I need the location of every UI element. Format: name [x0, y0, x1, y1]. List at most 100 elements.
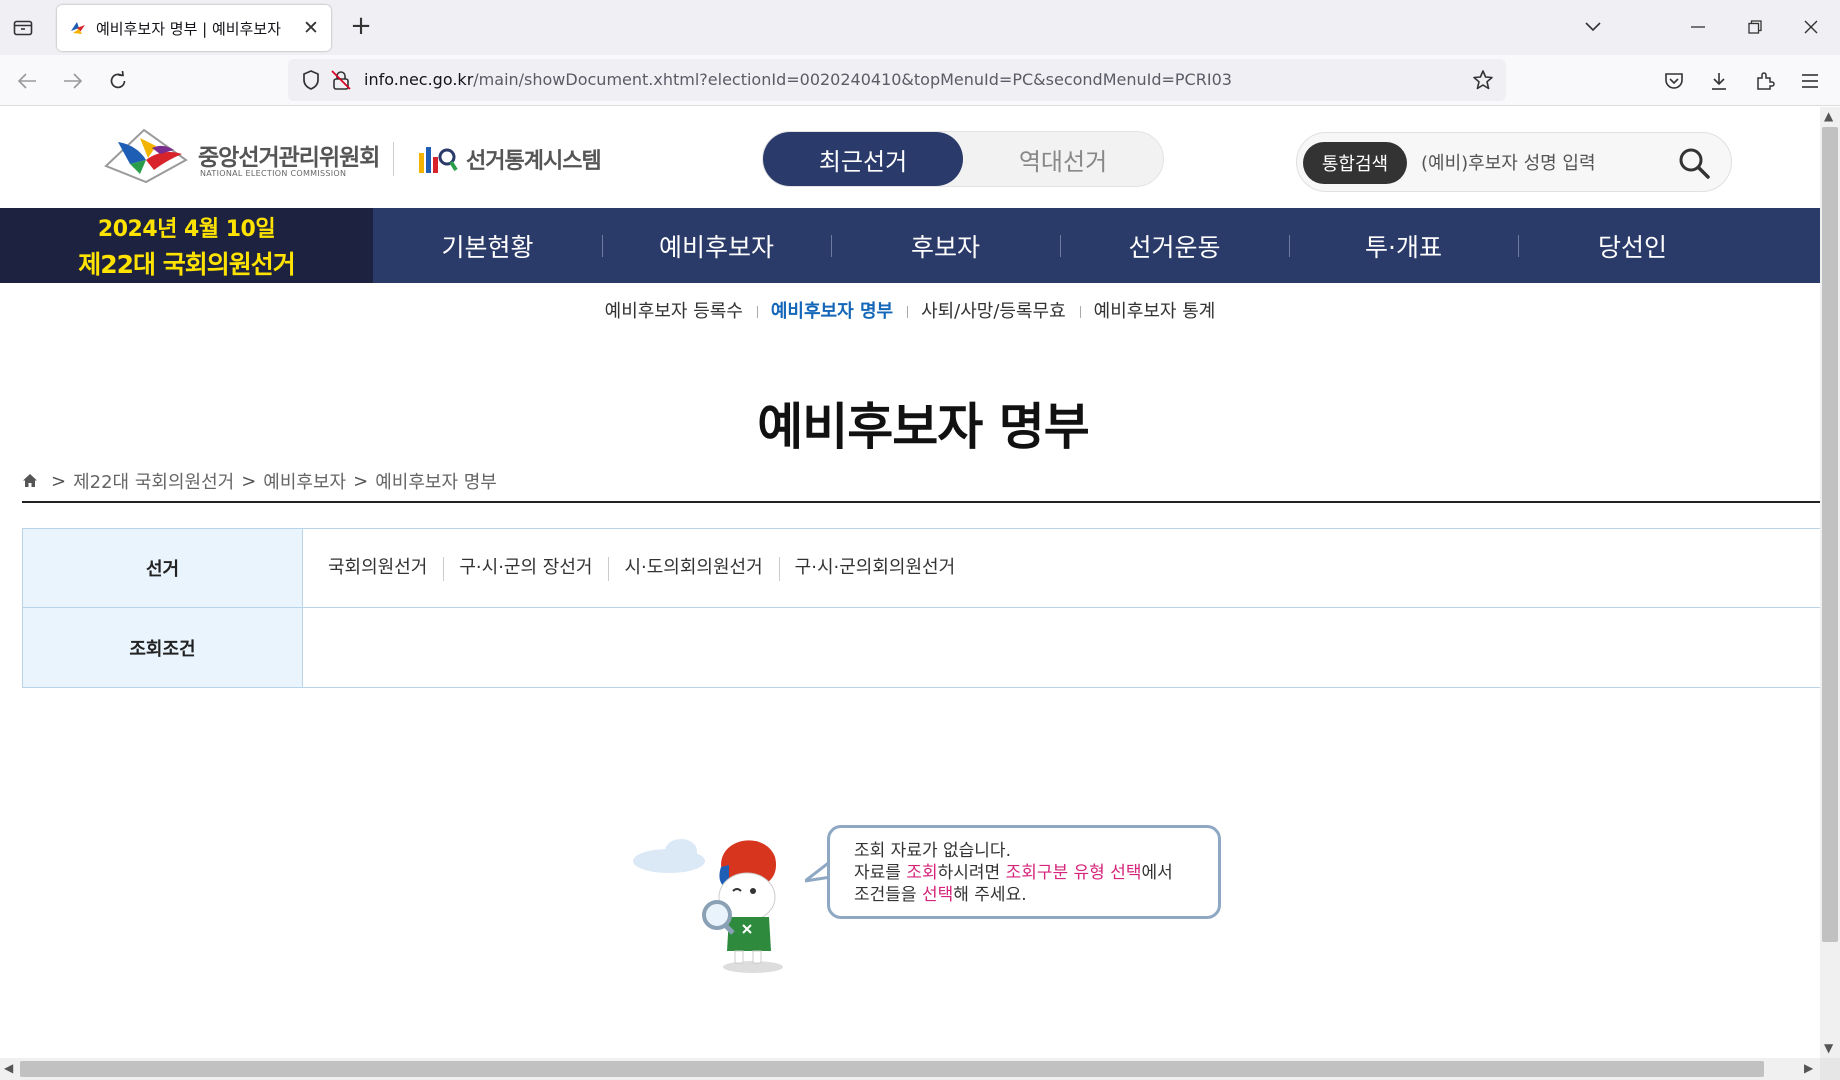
subnav-registration-count[interactable]: 예비후보자 등록수: [591, 298, 757, 326]
search-icon: [1679, 148, 1710, 179]
tab-list-icon[interactable]: [10, 14, 36, 40]
nec-logo[interactable]: 중앙선거관리위원회 NATIONAL ELECTION COMMISSION: [100, 124, 380, 190]
restore-icon[interactable]: [1738, 10, 1772, 44]
horizontal-scrollbar[interactable]: ◀ ▶: [0, 1058, 1820, 1080]
message-line-2: 자료를 조회하시려면 조회구분 유형 선택에서: [854, 862, 1218, 884]
message-line-3: 조건들을 선택해 주세요.: [854, 884, 1218, 906]
stats-system-logo[interactable]: 선거통계시스템: [418, 142, 602, 176]
gnb-item-candidates[interactable]: 후보자: [831, 208, 1060, 283]
back-arrow-icon[interactable]: [10, 64, 44, 98]
tab-close-icon[interactable]: ✕: [301, 17, 321, 39]
breadcrumb-item-current: 예비후보자 명부: [375, 472, 497, 493]
message-highlight: 조회: [906, 863, 938, 883]
vertical-scroll-thumb[interactable]: [1822, 127, 1838, 942]
browser-tab-active[interactable]: 예비후보자 명부 | 예비후보자 ✕: [57, 5, 331, 51]
url-path: /main/showDocument.xhtml?electionId=0020…: [473, 70, 1232, 89]
scroll-up-icon[interactable]: ▲: [1824, 109, 1833, 123]
mascot-magnifier-icon: [633, 839, 783, 973]
bookmark-star-icon[interactable]: [1472, 69, 1494, 91]
breadcrumb-separator: >: [51, 470, 67, 492]
toggle-recent-elections[interactable]: 최근선거: [763, 132, 963, 186]
extensions-icon[interactable]: [1748, 64, 1782, 98]
tracking-shield-icon[interactable]: [300, 69, 322, 91]
breadcrumb-separator: >: [353, 470, 369, 492]
toggle-past-elections[interactable]: 역대선거: [963, 132, 1163, 186]
gnb-item-basic-status[interactable]: 기본현황: [373, 208, 602, 283]
browser-tabstrip: 예비후보자 명부 | 예비후보자 ✕ +: [0, 0, 1840, 55]
close-window-icon[interactable]: [1794, 10, 1828, 44]
empty-state: 조회 자료가 없습니다. 자료를 조회하시려면 조회구분 유형 선택에서 조건들…: [625, 825, 1225, 1058]
condition-options: [304, 608, 1820, 687]
election-option-local-head[interactable]: 구·시·군의 장선거: [443, 556, 608, 581]
filter-label-conditions: 조회조건: [23, 608, 303, 687]
gnb-item-elected[interactable]: 당선인: [1518, 208, 1747, 283]
filter-row-conditions: 조회조건: [23, 608, 1820, 687]
filter-row-election: 선거 국회의원선거 구·시·군의 장선거 시·도의회의원선거 구·시·군의회의원선거: [23, 529, 1820, 608]
logo-divider: [393, 142, 394, 176]
horizontal-scroll-thumb[interactable]: [20, 1061, 1764, 1077]
app-menu-icon[interactable]: [1793, 64, 1827, 98]
insecure-lock-icon[interactable]: [330, 69, 352, 91]
pocket-icon[interactable]: [1657, 64, 1691, 98]
reload-icon[interactable]: [101, 64, 135, 98]
site-favicon-icon: [71, 22, 85, 34]
election-date: 2024년 4월 10일: [97, 216, 276, 242]
subnav-withdrawal[interactable]: 사퇴/사망/등록무효: [907, 298, 1080, 326]
browser-navbar: info.nec.go.kr/main/showDocument.xhtml?e…: [0, 55, 1840, 106]
candidate-name-search-input[interactable]: [1421, 143, 1671, 183]
breadcrumb-item[interactable]: 제22대 국회의원선거: [73, 468, 234, 494]
scroll-right-icon[interactable]: ▶: [1804, 1061, 1813, 1075]
filter-label-election: 선거: [23, 529, 303, 607]
new-tab-icon[interactable]: +: [347, 13, 375, 41]
message-text: 조건들을: [854, 885, 922, 905]
election-type-options: 국회의원선거 구·시·군의 장선거 시·도의회의원선거 구·시·군의회의원선거: [304, 529, 1820, 607]
search-button[interactable]: [1673, 143, 1715, 183]
gnb-item-campaign[interactable]: 선거운동: [1060, 208, 1289, 283]
home-icon[interactable]: [22, 473, 38, 489]
web-page: 중앙선거관리위원회 NATIONAL ELECTION COMMISSION 선…: [0, 107, 1820, 1058]
integrated-search-label: 통합검색: [1303, 142, 1407, 184]
no-data-message: 조회 자료가 없습니다. 자료를 조회하시려면 조회구분 유형 선택에서 조건들…: [827, 825, 1221, 919]
vertical-scrollbar[interactable]: ▲ ▼: [1820, 107, 1840, 1058]
sub-navigation: 예비후보자 등록수 예비후보자 명부 사퇴/사망/등록무효 예비후보자 통계: [0, 298, 1820, 328]
main-navigation: 기본현황 예비후보자 후보자 선거운동 투·개표 당선인: [373, 208, 1820, 283]
nec-emblem-icon: [104, 128, 188, 184]
minimize-icon[interactable]: [1681, 10, 1715, 44]
org-name-kr: 중앙선거관리위원회: [198, 145, 380, 171]
list-all-tabs-icon[interactable]: [1576, 10, 1610, 44]
election-option-local-council[interactable]: 구·시·군의회의원선거: [778, 556, 971, 581]
forward-arrow-icon[interactable]: [56, 64, 90, 98]
integrated-search-box: 통합검색: [1296, 132, 1732, 192]
message-text: 해 주세요.: [953, 885, 1027, 905]
message-highlight: 선택: [921, 885, 954, 905]
election-name: 제22대 국회의원선거: [78, 249, 295, 279]
title-underline: [22, 501, 1820, 503]
scroll-left-icon[interactable]: ◀: [4, 1061, 13, 1075]
page-title: 예비후보자 명부: [757, 398, 1089, 456]
election-date-banner[interactable]: 2024년 4월 10일 제22대 국회의원선거: [0, 208, 373, 283]
address-bar[interactable]: info.nec.go.kr/main/showDocument.xhtml?e…: [288, 59, 1506, 101]
scrollbar-corner: [1820, 1058, 1840, 1080]
message-text: 에서: [1141, 863, 1173, 883]
downloads-icon[interactable]: [1702, 64, 1736, 98]
subnav-candidate-list[interactable]: 예비후보자 명부: [756, 298, 907, 326]
gnb-item-voting-counting[interactable]: 투·개표: [1289, 208, 1518, 283]
election-period-toggle: 최근선거 역대선거: [762, 131, 1164, 187]
message-line-1: 조회 자료가 없습니다.: [854, 841, 1011, 861]
url-text: info.nec.go.kr/main/showDocument.xhtml?e…: [364, 70, 1232, 89]
subnav-statistics[interactable]: 예비후보자 통계: [1079, 298, 1230, 326]
breadcrumb-separator: >: [241, 470, 257, 492]
scroll-down-icon[interactable]: ▼: [1824, 1041, 1833, 1055]
tab-title: 예비후보자 명부 | 예비후보자: [96, 19, 281, 38]
breadcrumb-item[interactable]: 예비후보자: [263, 468, 346, 494]
search-filter-table: 선거 국회의원선거 구·시·군의 장선거 시·도의회의원선거 구·시·군의회의원선거 …: [22, 528, 1820, 688]
message-text: 하시려면: [937, 863, 1006, 883]
message-highlight: 조회구분 유형 선택: [1005, 863, 1142, 883]
gnb-item-preliminary-candidates[interactable]: 예비후보자: [602, 208, 831, 283]
election-option-provincial-council[interactable]: 시·도의회의원선거: [608, 556, 778, 581]
breadcrumb: > 제22대 국회의원선거 > 예비후보자 > 예비후보자 명부: [22, 469, 497, 493]
system-name: 선거통계시스템: [466, 149, 602, 174]
url-domain: info.nec.go.kr: [364, 70, 474, 89]
election-option-national-assembly[interactable]: 국회의원선거: [312, 556, 443, 580]
message-text: 자료를: [854, 863, 907, 883]
